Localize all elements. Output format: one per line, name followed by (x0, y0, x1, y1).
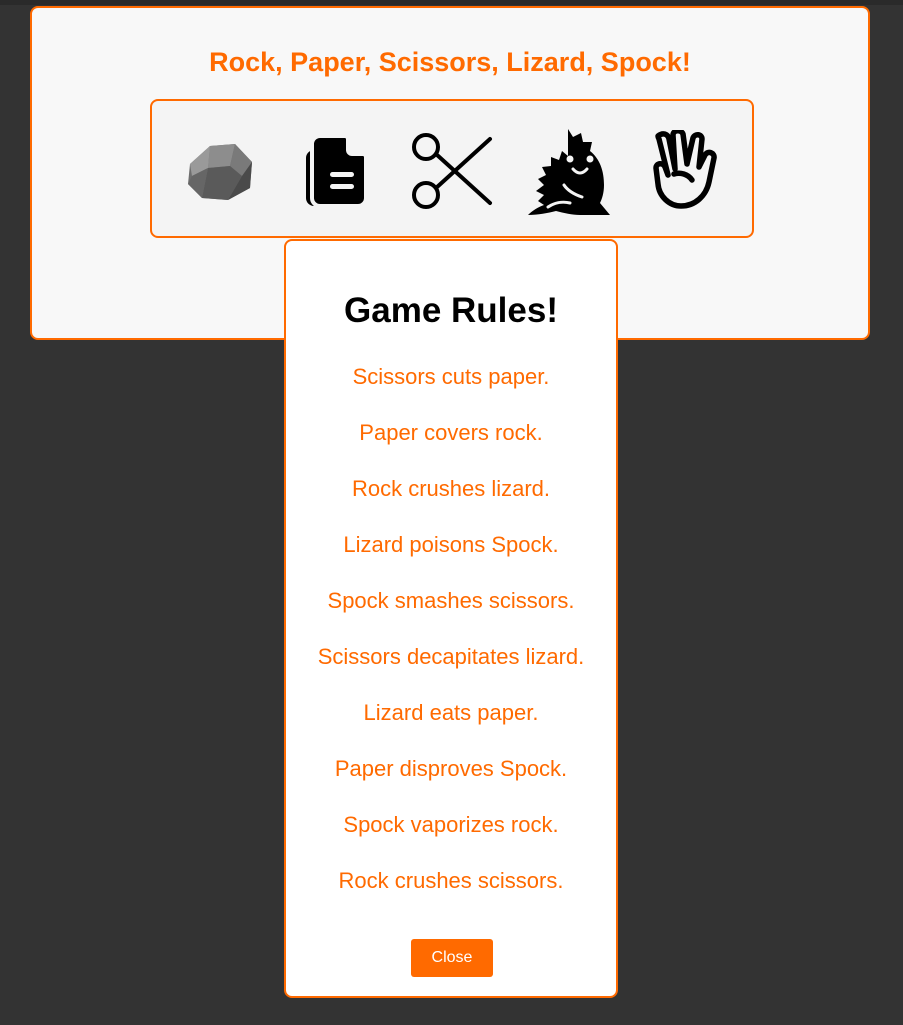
top-strip (0, 0, 903, 5)
rule-item: Rock crushes lizard. (351, 476, 551, 501)
modal-title: Game Rules! (344, 291, 558, 330)
choice-spock[interactable] (636, 121, 736, 221)
rule-item: Spock smashes scissors. (327, 588, 575, 613)
rule-item: Paper covers rock. (359, 420, 543, 445)
rule-item: Spock vaporizes rock. (343, 812, 559, 837)
scissors-icon (412, 133, 492, 209)
choice-lizard[interactable] (516, 121, 616, 221)
lizard-icon (528, 129, 610, 215)
rule-item: Lizard eats paper. (363, 700, 539, 725)
rule-item: Scissors decapitates lizard. (317, 644, 585, 669)
rules-modal: Game Rules! Scissors cuts paper. Paper c… (284, 239, 618, 998)
choice-paper[interactable] (286, 121, 386, 221)
spock-hand-icon (653, 130, 717, 209)
rock-icon (188, 144, 252, 200)
game-title: Rock, Paper, Scissors, Lizard, Spock! (209, 47, 691, 77)
choice-rock[interactable] (170, 121, 270, 221)
choice-scissors[interactable] (402, 121, 502, 221)
rule-item: Rock crushes scissors. (338, 868, 564, 893)
paper-icon (306, 134, 368, 208)
rule-item: Paper disproves Spock. (334, 756, 568, 781)
rule-item: Scissors cuts paper. (352, 364, 550, 389)
close-button[interactable]: Close (411, 939, 493, 977)
choices-panel (150, 99, 754, 238)
rule-item: Lizard poisons Spock. (343, 532, 559, 557)
